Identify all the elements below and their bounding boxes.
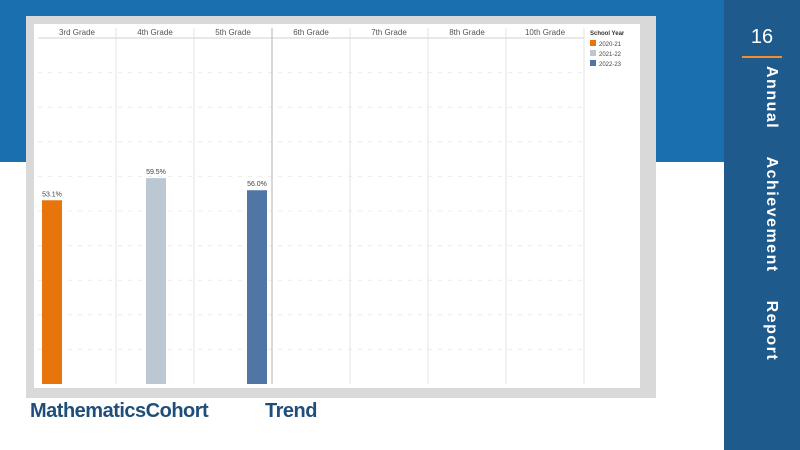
data-label: 56.0% xyxy=(247,181,267,188)
bar-2022-23 xyxy=(247,190,267,384)
column-header: 3rd Grade xyxy=(59,28,96,37)
chart-area: 3rd Grade 4th Grade 5th Grade 6th Grade 7th … xyxy=(34,24,640,388)
legend-entry: 2022-23 xyxy=(599,62,622,68)
legend-entry: 2020-21 xyxy=(599,42,622,48)
legend-swatch xyxy=(590,40,596,46)
legend-swatch xyxy=(590,50,596,56)
legend-entry: 2021-22 xyxy=(599,52,622,58)
data-label: 53.1% xyxy=(42,191,62,198)
caption-mathematics-cohort: MathematicsCohort xyxy=(30,400,209,422)
bar-chart: 3rd Grade 4th Grade 5th Grade 6th Grade 7th … xyxy=(38,28,625,384)
column-header: 7th Grade xyxy=(371,28,407,37)
caption-trend: Trend xyxy=(265,400,317,422)
bar-2020-21 xyxy=(42,200,62,384)
side-panel: 16 Annual Achievement Report xyxy=(724,0,800,450)
legend-swatch xyxy=(590,60,596,66)
column-header: 6th Grade xyxy=(293,28,329,37)
column-header: 10th Grade xyxy=(525,28,566,37)
column-header: 8th Grade xyxy=(449,28,485,37)
bar-2021-22 xyxy=(146,178,166,384)
legend-title: School Year xyxy=(590,31,625,37)
column-header: 4th Grade xyxy=(137,28,173,37)
column-header: 5th Grade xyxy=(215,28,251,37)
page-number: 16 xyxy=(750,26,774,48)
accent-rule xyxy=(742,56,782,58)
data-label: 59.5% xyxy=(146,169,166,176)
report-title: Annual Achievement Report xyxy=(763,66,780,362)
